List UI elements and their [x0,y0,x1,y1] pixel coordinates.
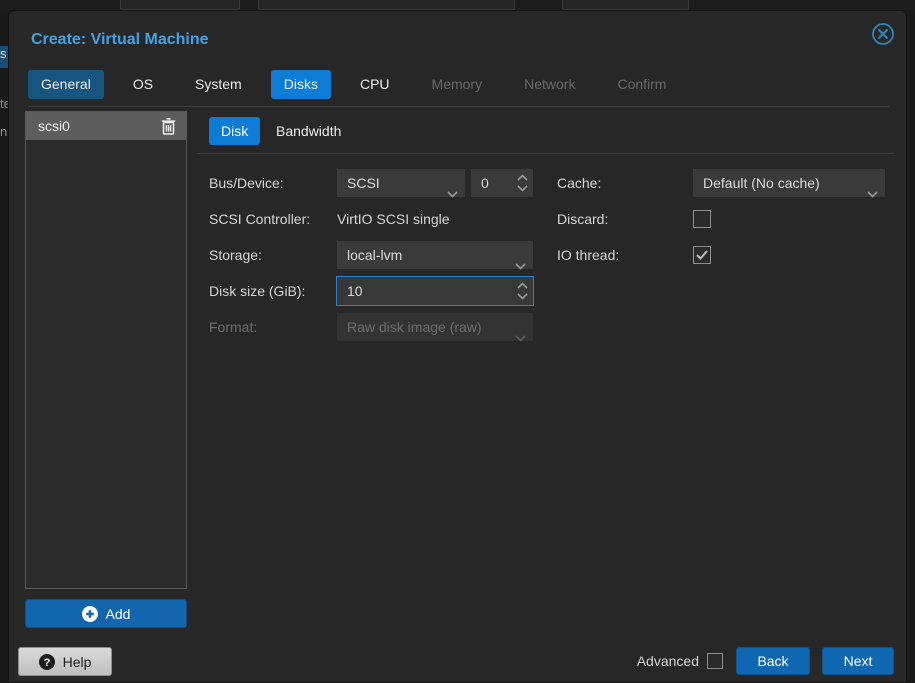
wizard-tabbar: General OS System Disks CPU Memory Netwo… [28,70,679,99]
chevron-down-icon [447,179,458,207]
help-button-label: Help [62,653,92,670]
footer-actions: Advanced Back Next [637,647,894,675]
checkmark-icon [696,250,708,260]
subtab-bandwidth[interactable]: Bandwidth [276,117,341,145]
close-icon[interactable] [871,22,895,46]
advanced-checkbox[interactable] [707,653,723,669]
add-button-label: Add [105,605,131,622]
background-button [562,0,689,10]
cache-label: Cache: [557,175,602,191]
back-button[interactable]: Back [736,647,810,675]
background-button [258,0,515,10]
format-label: Format: [209,319,258,335]
disk-size-stepper[interactable]: 10 [336,276,534,306]
scsi-controller-label: SCSI Controller: [209,211,311,227]
plus-circle-icon [81,605,98,622]
svg-text:?: ? [43,657,50,669]
tab-network: Network [524,76,576,92]
tab-confirm: Confirm [617,76,667,92]
io-thread-checkbox[interactable] [693,246,711,264]
tab-os[interactable]: OS [120,70,166,99]
storage-label: Storage: [209,247,262,263]
background-tree-fragment: te [0,96,8,111]
chevron-down-icon [515,323,526,351]
help-button[interactable]: ? Help [18,647,112,676]
scsi-controller-value: VirtIO SCSI single [337,211,450,227]
question-circle-icon: ? [38,653,55,670]
disk-item-label: scsi0 [38,118,70,134]
background-button [120,0,240,10]
storage-value: local-lvm [347,247,403,263]
tab-general[interactable]: General [28,70,104,99]
advanced-label: Advanced [636,653,699,669]
dialog-title: Create: Virtual Machine [31,31,209,48]
trash-icon[interactable] [161,117,176,135]
spinner-arrows-icon[interactable] [517,172,528,203]
tab-cpu[interactable]: CPU [347,70,403,99]
disk-list-item-scsi0[interactable]: scsi0 [26,112,186,140]
subtab-disk[interactable]: Disk [209,117,261,145]
bus-device-label: Bus/Device: [209,175,284,191]
disk-size-label: Disk size (GiB): [209,283,306,299]
background-tree-fragment: ns [0,124,8,139]
format-value: Raw disk image (raw) [347,319,482,335]
bus-device-number-value: 0 [481,175,489,191]
tab-disks[interactable]: Disks [270,70,331,99]
cache-select[interactable]: Default (No cache) [693,169,885,198]
tab-separator [28,106,889,107]
bus-device-number-stepper[interactable]: 0 [471,169,533,197]
disk-list-panel: scsi0 [25,111,187,589]
bus-device-value: SCSI [347,175,380,191]
tab-memory: Memory [431,76,483,92]
cache-value: Default (No cache) [703,175,820,191]
add-disk-button[interactable]: Add [25,599,187,628]
storage-select[interactable]: local-lvm [337,241,533,270]
next-button[interactable]: Next [822,647,894,675]
bus-device-select[interactable]: SCSI [337,169,465,198]
chevron-down-icon [515,251,526,279]
io-thread-label: IO thread: [557,247,620,263]
format-select-disabled: Raw disk image (raw) [337,313,533,342]
discard-checkbox[interactable] [693,210,711,228]
create-vm-dialog: Create: Virtual Machine General OS Syste… [8,10,907,683]
background-app [0,0,915,10]
spinner-arrows-icon[interactable] [517,280,528,311]
discard-label: Discard: [557,211,609,227]
disk-size-value: 10 [347,283,363,299]
tab-system[interactable]: System [182,70,255,99]
chevron-down-icon [867,179,878,207]
background-tree-fragment: s [0,46,8,68]
subtab-separator [197,153,894,154]
